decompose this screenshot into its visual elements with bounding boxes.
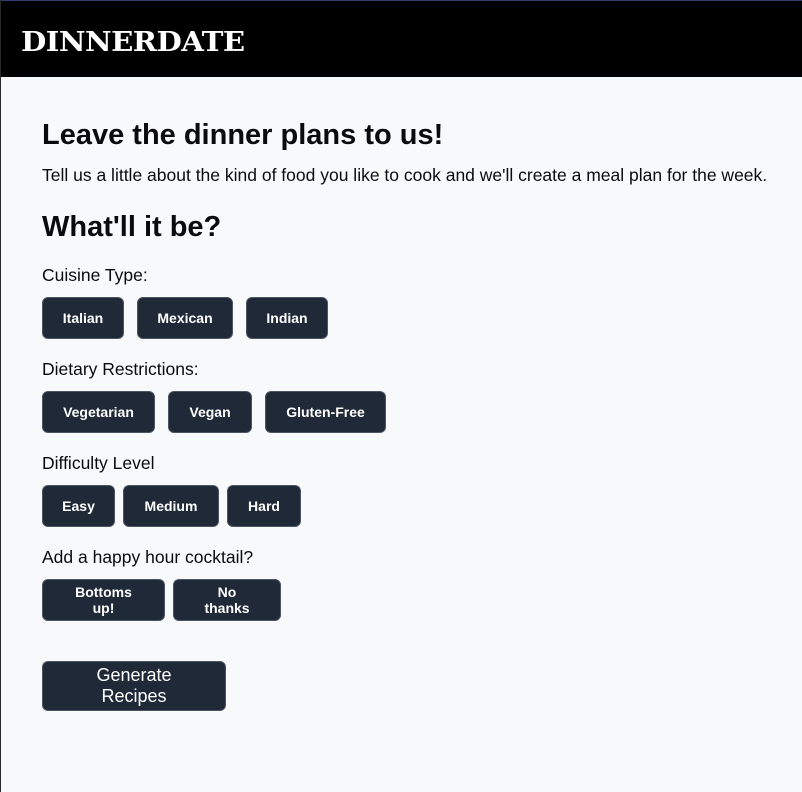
dietary-gluten-free-button[interactable]: Gluten-Free xyxy=(265,391,386,433)
dietary-options: Vegetarian Vegan Gluten-Free xyxy=(42,391,386,433)
dietary-vegan-button[interactable]: Vegan xyxy=(168,391,252,433)
top-bar: DINNERDATE xyxy=(1,0,802,77)
cocktail-options: Bottoms up! No thanks xyxy=(42,579,281,621)
difficulty-easy-button[interactable]: Easy xyxy=(42,485,115,527)
generate-recipes-button[interactable]: Generate Recipes xyxy=(42,661,226,711)
cuisine-indian-button[interactable]: Indian xyxy=(246,297,328,339)
difficulty-options: Easy Medium Hard xyxy=(42,485,301,527)
difficulty-medium-button[interactable]: Medium xyxy=(123,485,219,527)
dietary-label: Dietary Restrictions: xyxy=(42,359,199,379)
page-title: Leave the dinner plans to us! xyxy=(42,119,444,151)
difficulty-hard-button[interactable]: Hard xyxy=(227,485,301,527)
cuisine-options: Italian Mexican Indian xyxy=(42,297,328,339)
cuisine-mexican-button[interactable]: Mexican xyxy=(137,297,233,339)
section-title: What'll it be? xyxy=(42,211,222,243)
difficulty-label: Difficulty Level xyxy=(42,453,155,473)
cocktail-yes-button[interactable]: Bottoms up! xyxy=(42,579,165,621)
dietary-vegetarian-button[interactable]: Vegetarian xyxy=(42,391,155,433)
cocktail-label: Add a happy hour cocktail? xyxy=(42,547,254,567)
cuisine-italian-button[interactable]: Italian xyxy=(42,297,124,339)
app-logo[interactable]: DINNERDATE xyxy=(21,28,245,58)
intro-text: Tell us a little about the kind of food … xyxy=(42,165,768,185)
cuisine-label: Cuisine Type: xyxy=(42,265,148,285)
cocktail-no-button[interactable]: No thanks xyxy=(173,579,281,621)
